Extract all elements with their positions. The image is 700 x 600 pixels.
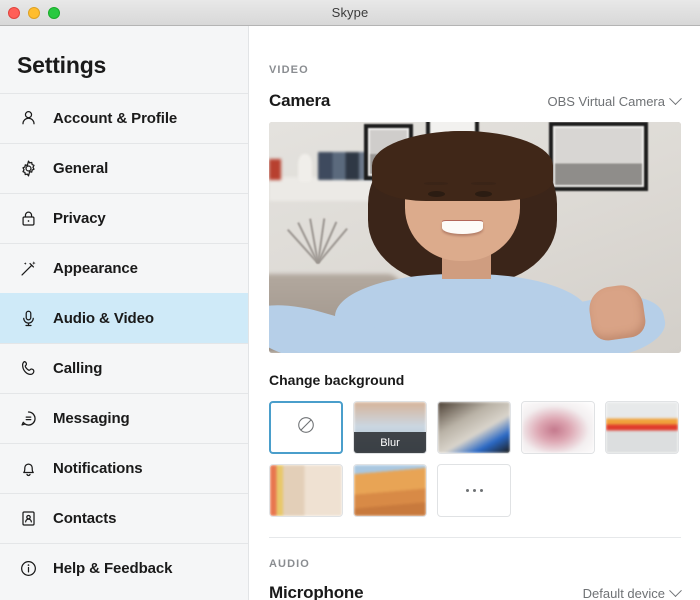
chat-bubble-icon (15, 409, 41, 428)
sidebar-item-contacts[interactable]: Contacts (0, 493, 248, 543)
sidebar-item-label: Messaging (53, 410, 130, 427)
sidebar-item-label: Audio & Video (53, 310, 154, 327)
settings-nav-list: Account & Profile General Privacy Appear… (0, 93, 248, 593)
audio-section-label: AUDIO (269, 558, 310, 570)
preview-person-hand (586, 282, 648, 343)
page-title: Settings (17, 52, 107, 78)
microphone-icon (15, 309, 41, 328)
preview-person-hair-front (372, 131, 554, 201)
sidebar-item-help-feedback[interactable]: Help & Feedback (0, 543, 248, 593)
background-thumbnail-image (354, 465, 426, 516)
change-background-title: Change background (269, 372, 405, 388)
sidebar-item-privacy[interactable]: Privacy (0, 193, 248, 243)
chevron-down-icon (669, 584, 682, 598)
camera-preview[interactable] (269, 122, 681, 353)
sidebar-item-label: Help & Feedback (53, 560, 173, 577)
background-option-label: Blur (354, 432, 426, 453)
no-background-icon (296, 415, 316, 440)
close-button[interactable] (8, 7, 20, 19)
background-option-blur[interactable]: Blur (353, 401, 427, 454)
camera-title: Camera (269, 91, 331, 110)
sidebar-item-label: Notifications (53, 460, 143, 477)
lock-icon (15, 209, 41, 228)
camera-device-dropdown[interactable]: OBS Virtual Camera (547, 92, 682, 109)
sidebar-item-general[interactable]: General (0, 143, 248, 193)
sidebar-item-label: Privacy (53, 210, 106, 227)
video-section-label: VIDEO (269, 64, 309, 76)
skype-settings-window: Skype Settings Account & Profile General… (0, 0, 700, 600)
background-option-pink[interactable] (521, 401, 595, 454)
gear-icon (15, 159, 41, 178)
microphone-device-value: Default device (582, 586, 665, 600)
camera-device-value: OBS Virtual Camera (547, 94, 665, 109)
ellipsis-icon (465, 489, 483, 492)
sidebar-item-notifications[interactable]: Notifications (0, 443, 248, 493)
sidebar-item-messaging[interactable]: Messaging (0, 393, 248, 443)
sidebar-item-account-profile[interactable]: Account & Profile (0, 93, 248, 143)
info-circle-icon (15, 559, 41, 578)
sidebar-item-label: Account & Profile (53, 110, 178, 127)
contact-card-icon (15, 509, 41, 528)
maximize-button[interactable] (48, 7, 60, 19)
bell-icon (15, 459, 41, 478)
window-titlebar: Skype (0, 0, 700, 26)
sidebar-item-label: Contacts (53, 510, 117, 527)
chevron-down-icon (669, 92, 682, 106)
background-option-fish[interactable] (605, 401, 679, 454)
person-icon (15, 109, 41, 128)
settings-main-panel: VIDEO Camera OBS Virtual Camera Change b… (249, 26, 700, 600)
microphone-title: Microphone (269, 583, 364, 600)
background-thumbnail-image (438, 402, 510, 453)
sidebar-item-label: Appearance (53, 260, 138, 277)
microphone-row: Microphone Default device (269, 570, 682, 600)
settings-sidebar: Settings Account & Profile General Priva… (0, 26, 249, 600)
background-thumbnail-image (522, 402, 594, 453)
minimize-button[interactable] (28, 7, 40, 19)
preview-person (269, 122, 681, 353)
preview-person-mouth (442, 221, 484, 235)
window-body: Settings Account & Profile General Priva… (0, 26, 700, 600)
background-option-none[interactable] (269, 401, 343, 454)
background-thumbnail-image (270, 465, 342, 516)
sidebar-item-label: General (53, 160, 109, 177)
sidebar-item-appearance[interactable]: Appearance (0, 243, 248, 293)
microphone-device-dropdown[interactable]: Default device (582, 584, 682, 600)
background-option-room[interactable] (269, 464, 343, 517)
background-option-dune[interactable] (353, 464, 427, 517)
sidebar-item-audio-video[interactable]: Audio & Video (0, 293, 248, 343)
background-option-bike[interactable] (437, 401, 511, 454)
magic-wand-icon (15, 259, 41, 278)
window-controls (8, 0, 60, 26)
window-title: Skype (331, 5, 369, 20)
sidebar-item-label: Calling (53, 360, 103, 377)
preview-scene (269, 122, 681, 353)
sidebar-item-calling[interactable]: Calling (0, 343, 248, 393)
background-thumbnail-grid: Blur (269, 388, 681, 517)
background-thumbnail-image (606, 402, 678, 453)
phone-icon (15, 359, 41, 378)
background-option-more[interactable] (437, 464, 511, 517)
camera-row: Camera OBS Virtual Camera (269, 76, 682, 111)
